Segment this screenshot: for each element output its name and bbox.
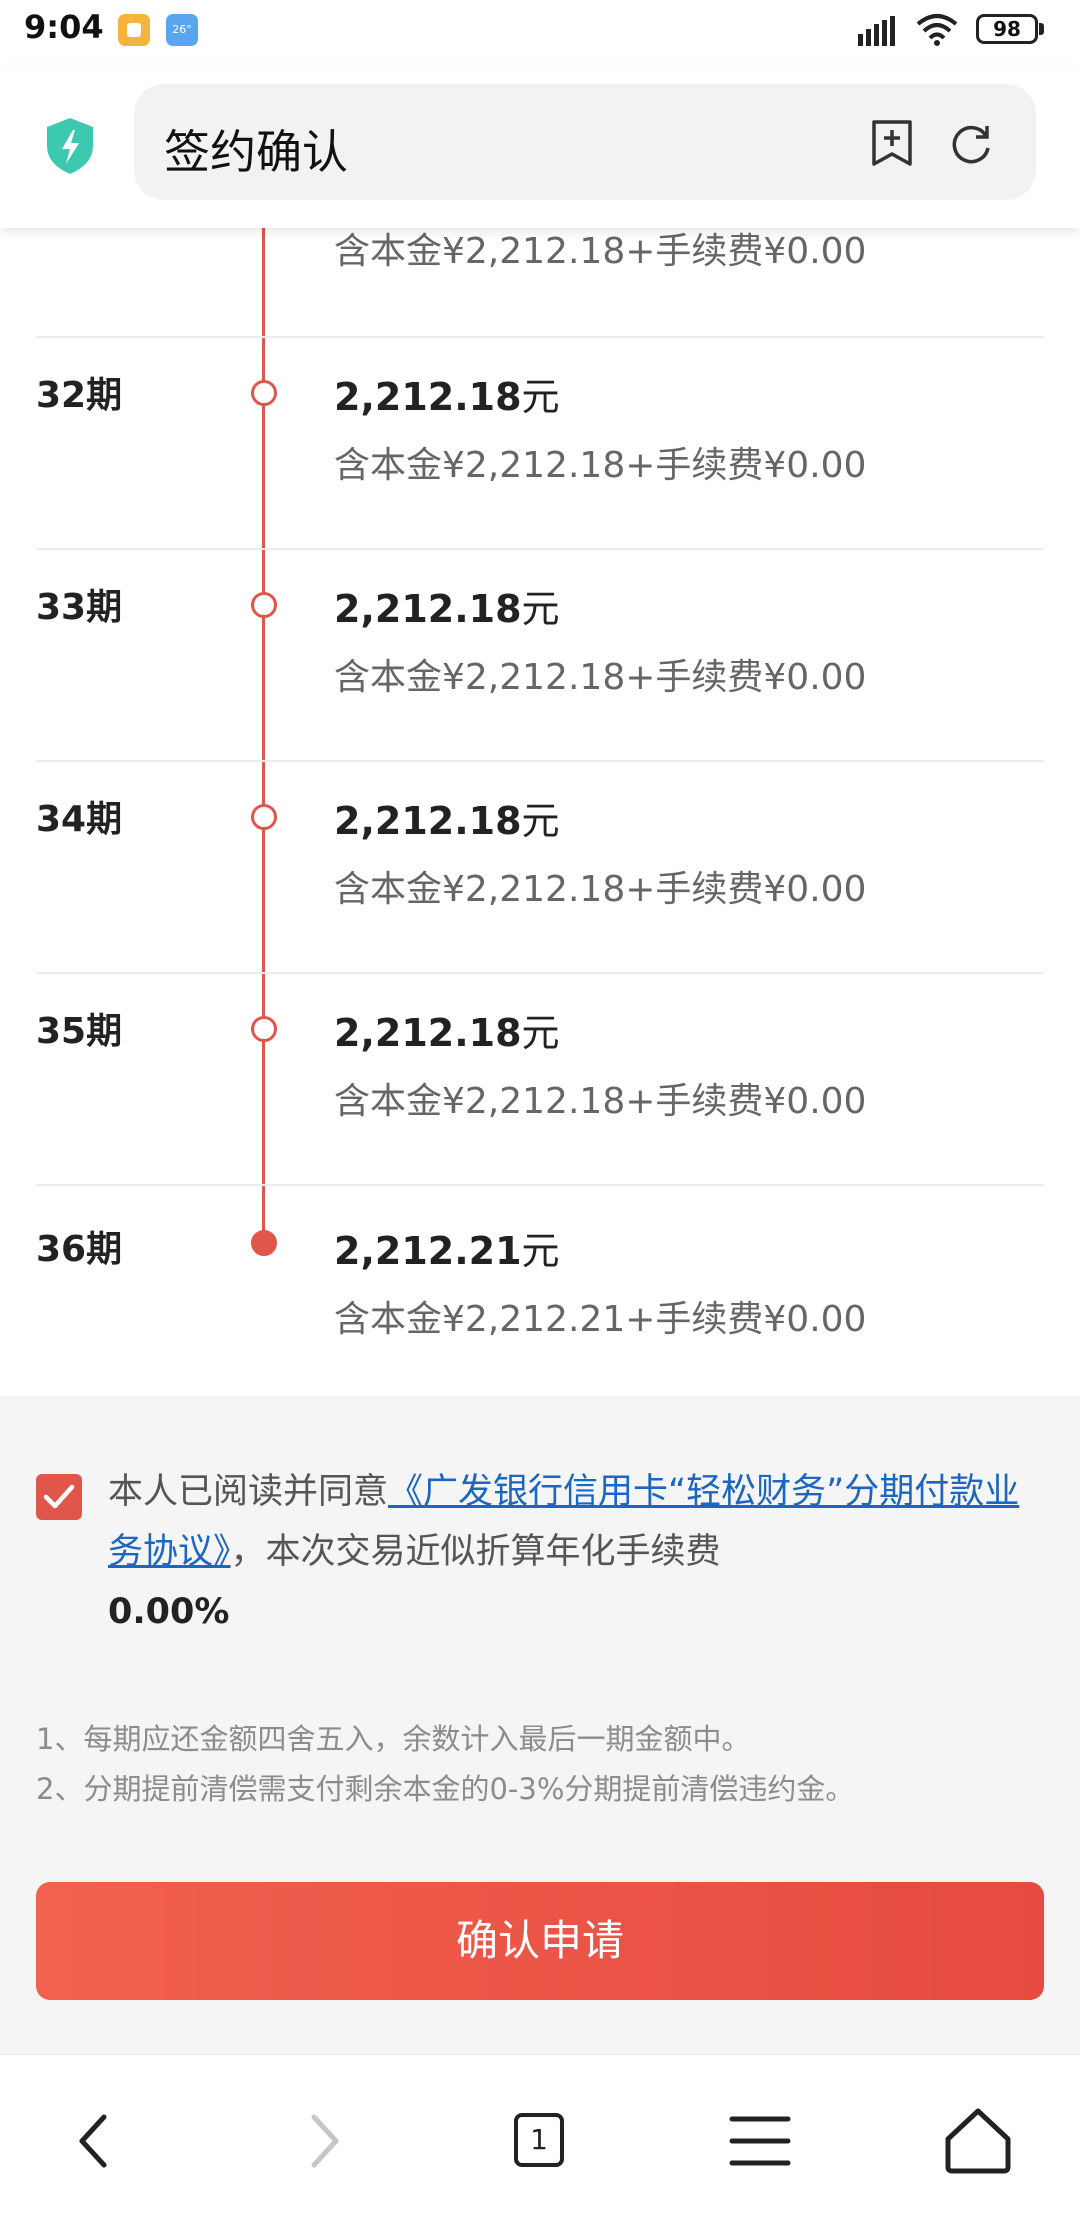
wifi-icon <box>916 14 958 46</box>
timeline-dot <box>251 1016 277 1042</box>
agreement-section: 本人已阅读并同意《广发银行信用卡“轻松财务”分期付款业务协议》，本次交易近似折算… <box>0 1396 1080 2054</box>
status-time: 9:04 <box>24 8 104 46</box>
home-icon[interactable] <box>938 2101 1018 2181</box>
agreement-text: 本人已阅读并同意《广发银行信用卡“轻松财务”分期付款业务协议》，本次交易近似折算… <box>108 1462 1028 1582</box>
timeline-dot <box>251 804 277 830</box>
installment-amount: 2,212.18元 <box>334 375 560 419</box>
menu-icon[interactable] <box>720 2101 800 2181</box>
gallery-notification-icon <box>118 14 150 46</box>
status-bar: 9:04 26° 98 <box>0 0 1080 66</box>
battery-icon: 98 <box>976 14 1046 46</box>
timeline-dot <box>251 380 277 406</box>
timeline-dot-current <box>251 1230 277 1256</box>
weather-notification-icon: 26° <box>166 14 198 46</box>
installment-amount: 2,212.21元 <box>334 1229 560 1273</box>
installment-amount: 2,212.18元 <box>334 799 560 843</box>
installment-detail: 含本金¥2,212.18+手续费¥0.00 <box>334 869 867 910</box>
browser-bottom-nav: 1 <box>0 2054 1080 2233</box>
period-label: 33期 <box>36 587 123 628</box>
period-label: 35期 <box>36 1011 123 1052</box>
annual-fee-rate: 0.00% <box>108 1592 230 1632</box>
period-label: 36期 <box>36 1229 123 1270</box>
tabs-button[interactable]: 1 <box>500 2101 580 2181</box>
agree-checkbox[interactable] <box>36 1474 82 1520</box>
installment-schedule: 含本金¥2,212.18+手续费¥0.00 32期 2,212.18元 含本金¥… <box>0 228 1080 1396</box>
signal-icon <box>858 16 895 46</box>
installment-amount: 2,212.18元 <box>334 1011 560 1055</box>
checkmark-icon <box>43 1484 75 1509</box>
agreement-prefix: 本人已阅读并同意 <box>108 1472 389 1512</box>
browser-top-bar: 签约确认 <box>0 66 1080 228</box>
installment-detail: 含本金¥2,212.21+手续费¥0.00 <box>334 1299 867 1340</box>
refresh-icon[interactable] <box>948 120 994 166</box>
battery-level: 98 <box>976 14 1038 44</box>
tab-count: 1 <box>514 2113 564 2167</box>
note-early-repayment: 2、分期提前清偿需支付剩余本金的0-3%分期提前清偿违约金。 <box>36 1772 855 1806</box>
installment-detail: 含本金¥2,212.18+手续费¥0.00 <box>334 231 867 272</box>
confirm-apply-button[interactable]: 确认申请 <box>36 1882 1044 2000</box>
installment-amount: 2,212.18元 <box>334 587 560 631</box>
installment-detail: 含本金¥2,212.18+手续费¥0.00 <box>334 1081 867 1122</box>
forward-icon[interactable] <box>282 2101 362 2181</box>
back-icon[interactable] <box>56 2101 136 2181</box>
installment-detail: 含本金¥2,212.18+手续费¥0.00 <box>334 445 867 486</box>
address-bar[interactable]: 签约确认 <box>134 84 1036 200</box>
period-label: 32期 <box>36 375 123 416</box>
note-rounding: 1、每期应还金额四舍五入，余数计入最后一期金额中。 <box>36 1722 751 1756</box>
agreement-suffix: ，本次交易近似折算年化手续费 <box>230 1532 721 1572</box>
page-title: 签约确认 <box>164 125 348 179</box>
installment-detail: 含本金¥2,212.18+手续费¥0.00 <box>334 657 867 698</box>
period-label: 34期 <box>36 799 123 840</box>
security-shield-icon[interactable] <box>44 116 96 176</box>
timeline-dot <box>251 592 277 618</box>
add-bookmark-icon[interactable] <box>870 118 914 168</box>
